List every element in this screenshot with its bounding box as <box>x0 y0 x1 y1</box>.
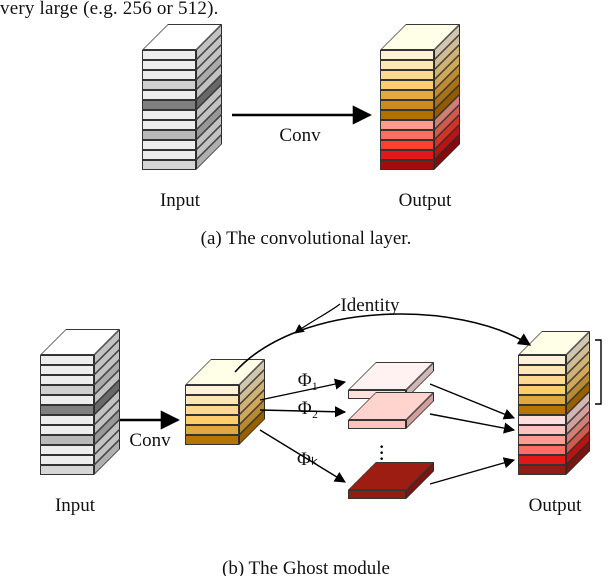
phi-2-label: Φ₂ <box>288 398 328 420</box>
figure-ghost-module: very large (e.g. 256 or 512). Input Conv… <box>0 0 612 576</box>
panel-a-caption: (a) The convolutional layer. <box>0 228 612 250</box>
panel-b-cheap-tile-k <box>348 490 406 499</box>
cropped-text-above: very large (e.g. 256 or 512). <box>0 0 612 20</box>
panel-a-output-label: Output <box>375 190 475 212</box>
phi-1-label: Φ₁ <box>288 370 328 392</box>
panel-a-conv-label: Conv <box>260 125 340 147</box>
panel-b-input-label: Input <box>30 495 120 517</box>
phi-k-label: Φₖ <box>288 448 328 471</box>
tile-k-to-output-arrow <box>430 460 514 484</box>
tile-2-to-output-arrow <box>430 414 514 430</box>
tile-1-to-output-arrow <box>430 384 514 418</box>
panel-b-output-label: Output <box>510 495 600 517</box>
cheap-ops-vdots: ··· <box>378 444 385 462</box>
panel-a-input-label: Input <box>130 190 230 212</box>
panel-b-identity-label: Identity <box>320 295 420 317</box>
panel-b-conv-label: Conv <box>115 430 185 452</box>
panel-b-caption: (b) The Ghost module <box>0 558 612 576</box>
connector-layer <box>0 0 612 576</box>
output-identity-bracket <box>595 340 601 404</box>
panel-b-cheap-tile-2 <box>348 420 406 429</box>
